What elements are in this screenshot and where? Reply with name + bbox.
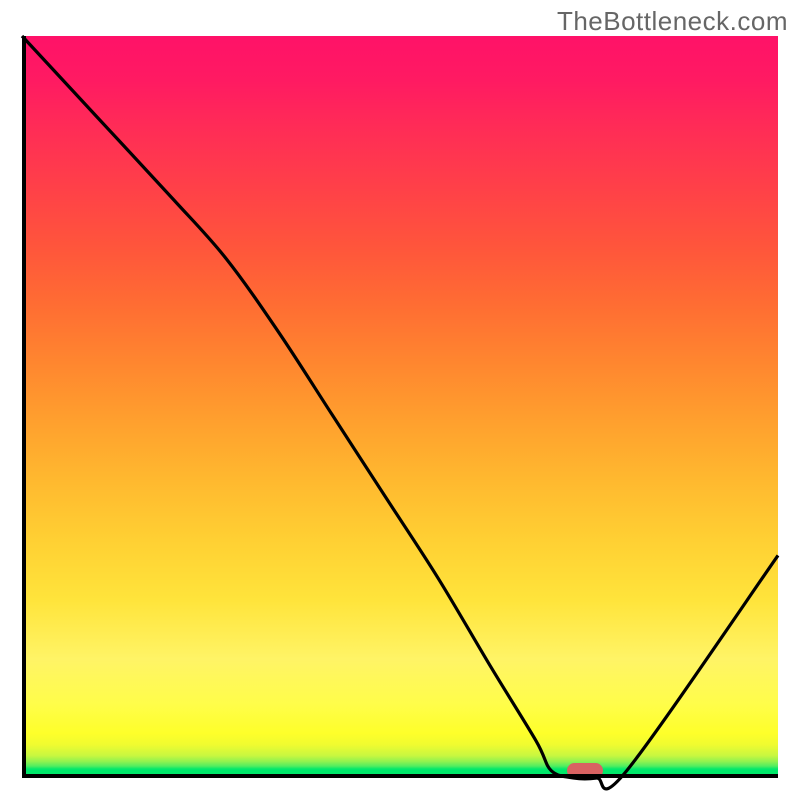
watermark-text: TheBottleneck.com xyxy=(557,6,788,37)
chart-container: TheBottleneck.com xyxy=(0,0,800,800)
plot-area xyxy=(22,36,778,778)
y-axis xyxy=(22,36,26,778)
curve-path xyxy=(22,36,778,789)
bottleneck-curve xyxy=(22,36,778,778)
x-axis xyxy=(22,774,778,778)
